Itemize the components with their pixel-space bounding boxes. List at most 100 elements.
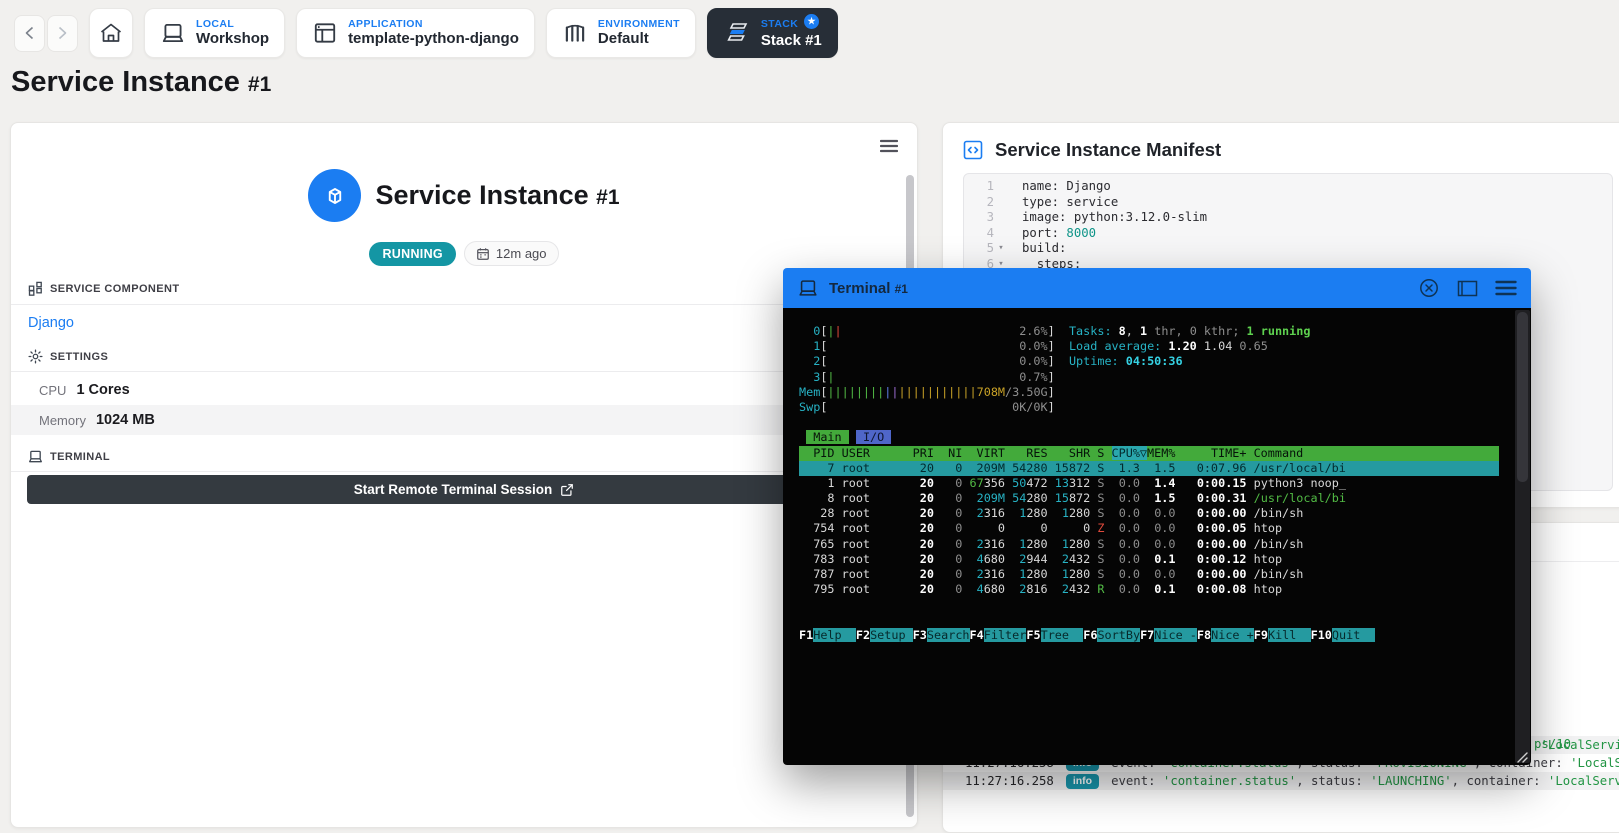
log-overflow-fragment: ps/10 — [1534, 737, 1572, 751]
nav-environment-value: Default — [597, 30, 649, 48]
code-text: name: Django — [1022, 179, 1111, 193]
code-text: port: 8000 — [1022, 225, 1097, 240]
updated-time-chip: 12m ago — [463, 241, 559, 266]
code-line: 1 name: Django — [964, 179, 1612, 195]
start-terminal-session-label: Start Remote Terminal Session — [353, 482, 553, 497]
terminal-scrollbar-thumb[interactable] — [1517, 312, 1528, 482]
terminal-title: Terminal #1 — [829, 279, 908, 297]
divider — [11, 304, 917, 305]
code-line: 4 port: 8000 — [964, 226, 1612, 242]
fold-gutter — [994, 226, 1008, 242]
divider — [11, 471, 917, 472]
nav-forward-button[interactable] — [47, 14, 78, 52]
environment-columns-icon — [562, 20, 588, 46]
terminal-line: 765 root 20 0 2316 1280 1280 S 0.0 0.0 0… — [799, 536, 1304, 551]
laptop-icon — [797, 277, 819, 299]
log-level-badge: info — [1065, 773, 1100, 789]
nav-environment-button[interactable]: ENVIRONMENT Default — [545, 8, 696, 58]
terminal-line: PID USER PRI NI VIRT RES SHR S CPU%▽MEM%… — [799, 445, 1499, 461]
terminal-line: 1[ 0.0%] Load average: 1.20 1.04 0.65 — [799, 339, 1268, 354]
terminal-line: Mem[|||||||||||||||||||||708M/3.50G] — [799, 384, 1055, 399]
terminal-line: 7 root 20 0 209M 54280 15872 S 1.3 1.5 0… — [799, 460, 1499, 476]
gear-icon — [28, 349, 43, 364]
nav-stack-button[interactable]: STACK ★ Stack #1 — [706, 8, 838, 58]
star-badge-icon: ★ — [804, 13, 820, 29]
terminal-line: 783 root 20 0 4680 2944 2432 S 0.0 0.1 0… — [799, 551, 1283, 566]
terminal-line: 8 root 20 0 209M 54280 15872 S 0.0 1.5 0… — [799, 491, 1346, 506]
resize-grip-icon[interactable] — [1514, 749, 1528, 763]
nav-workshop-value: Workshop — [196, 30, 270, 48]
service-instance-card: Service Instance #1 RUNNING 12m ago SERV… — [10, 122, 918, 828]
chevron-right-icon — [57, 26, 68, 40]
setting-value: 1 Cores — [76, 382, 130, 398]
laptop-icon — [28, 449, 43, 464]
start-terminal-session-button[interactable]: Start Remote Terminal Session — [27, 475, 901, 504]
close-circle-icon[interactable] — [1418, 277, 1440, 299]
nav-workshop-button[interactable]: LOCAL Workshop — [144, 8, 286, 58]
service-component-link-django[interactable]: Django — [28, 315, 74, 331]
card-menu-button[interactable] — [880, 139, 898, 153]
log-timestamp: 11:27:16.258 — [965, 774, 1054, 788]
terminal-line: 754 root 20 0 0 0 0 Z 0.0 0.0 0:00.05 ht… — [799, 521, 1283, 536]
fold-gutter — [994, 210, 1008, 226]
line-number: 4 — [986, 225, 994, 240]
terminal-heading: TERMINAL — [28, 449, 110, 464]
components-grid-icon — [28, 281, 43, 296]
nav-environment-label: ENVIRONMENT — [597, 18, 680, 31]
app-canvas: LOCAL Workshop APPLICATION template-pyth… — [0, 0, 1619, 833]
code-line: 2 type: service — [964, 195, 1612, 211]
log-row: 11:27:16.258 info event: 'container.status… — [943, 772, 1619, 790]
nav-back-button[interactable] — [14, 14, 45, 52]
breadcrumb: LOCAL Workshop APPLICATION template-pyth… — [14, 8, 838, 58]
settings-heading: SETTINGS — [28, 349, 108, 364]
laptop-icon — [160, 20, 186, 46]
nav-home-button[interactable] — [89, 8, 133, 58]
terminal-line: 1 root 20 0 67356 50472 13312 S 0.0 1.4 … — [799, 475, 1346, 490]
code-text: image: python:3.12.0-slim — [1022, 210, 1208, 224]
line-number: 3 — [986, 210, 994, 224]
home-icon — [99, 21, 123, 45]
terminal-window: Terminal #1 0[|| 2.6%] Tasks: 8, 1 thr, … — [783, 268, 1531, 765]
setting-label: Memory — [39, 412, 86, 428]
hamburger-icon — [880, 139, 898, 153]
log-message: event: 'container.status', status: 'LAUN… — [1111, 774, 1619, 788]
terminal-line: 0[|| 2.6%] Tasks: 8, 1 thr, 0 kthr; 1 ru… — [799, 324, 1311, 338]
code-line: 3 image: python:3.12.0-slim — [964, 210, 1612, 226]
terminal-screen[interactable]: 0[|| 2.6%] Tasks: 8, 1 thr, 0 kthr; 1 ru… — [783, 308, 1531, 765]
nav-application-button[interactable]: APPLICATION template-python-django — [296, 8, 535, 58]
code-text: build: — [1022, 241, 1067, 255]
chevron-left-icon — [24, 26, 35, 40]
popout-window-icon[interactable] — [1457, 280, 1478, 297]
setting-label: CPU — [39, 382, 67, 398]
stack-layers-icon — [723, 19, 751, 47]
code-line: 5 ▾ build: — [964, 241, 1612, 257]
terminal-scrollbar[interactable] — [1515, 310, 1530, 763]
nav-application-label: APPLICATION — [348, 18, 423, 31]
line-number: 2 — [986, 194, 994, 209]
code-text: type: service — [1022, 194, 1119, 209]
terminal-titlebar[interactable]: Terminal #1 — [783, 268, 1531, 308]
setting-value: 1024 MB — [95, 412, 155, 428]
nav-stack-value: Stack #1 — [760, 31, 822, 49]
page-title-suffix: #1 — [247, 73, 272, 96]
setting-row-cpu: CPU 1 Cores — [11, 375, 917, 405]
line-number: 1 — [986, 179, 994, 193]
instance-title: Service Instance #1 — [375, 180, 620, 210]
nav-application-value: template-python-django — [348, 30, 519, 48]
fold-caret-icon[interactable]: ▾ — [994, 241, 1008, 257]
setting-row-memory: Memory 1024 MB — [11, 405, 917, 435]
terminal-line: Swp[ 0K/0K] — [799, 399, 1055, 414]
manifest-title: Service Instance Manifest — [995, 139, 1222, 160]
terminal-menu-icon[interactable] — [1495, 280, 1517, 296]
terminal-line: 795 root 20 0 4680 2816 2432 R 0.0 0.1 0… — [799, 582, 1283, 597]
app-window-icon — [312, 20, 338, 46]
updated-time-text: 12m ago — [495, 246, 547, 261]
cube-icon — [308, 169, 362, 222]
terminal-line: 28 root 20 0 2316 1280 1280 S 0.0 0.0 0:… — [799, 506, 1304, 521]
terminal-line: 2[ 0.0%] Uptime: 04:50:36 — [799, 354, 1183, 369]
instance-hero: Service Instance #1 — [11, 169, 917, 222]
terminal-line: 787 root 20 0 2316 1280 1280 S 0.0 0.0 0… — [799, 567, 1304, 581]
